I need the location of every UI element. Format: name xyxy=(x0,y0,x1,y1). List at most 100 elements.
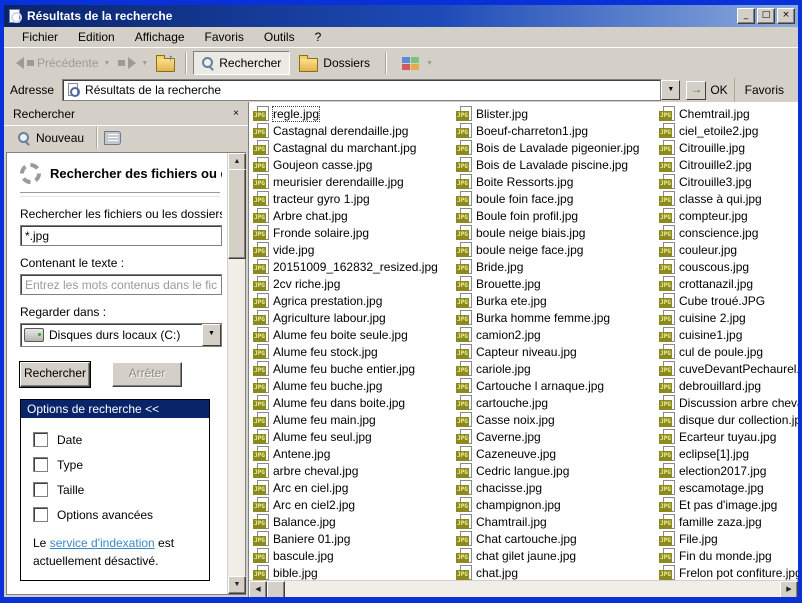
menu-item-1[interactable]: Edition xyxy=(68,28,125,46)
address-dropdown-button[interactable]: ▼ xyxy=(661,80,681,100)
file-item[interactable]: JPG debrouillard.jpg xyxy=(657,377,798,394)
file-item[interactable]: JPG Fronde solaire.jpg xyxy=(251,224,454,241)
file-item[interactable]: JPG Boite Ressorts.jpg xyxy=(454,173,657,190)
file-item[interactable]: JPG Citrouille3.jpg xyxy=(657,173,798,190)
file-item[interactable]: JPG cartouche.jpg xyxy=(454,394,657,411)
file-item[interactable]: JPG Alume feu seul.jpg xyxy=(251,428,454,445)
file-item[interactable]: JPG Et pas d'image.jpg xyxy=(657,496,798,513)
file-item[interactable]: JPG Agriculture labour.jpg xyxy=(251,309,454,326)
file-item[interactable]: JPG famille zaza.jpg xyxy=(657,513,798,530)
file-item[interactable]: JPG Citrouille.jpg xyxy=(657,139,798,156)
file-item[interactable]: JPG Ecarteur tuyau.jpg xyxy=(657,428,798,445)
file-item[interactable]: JPG Arbre chat.jpg xyxy=(251,207,454,224)
maximize-button[interactable]: □ xyxy=(757,8,775,24)
file-item[interactable]: JPG Burka homme femme.jpg xyxy=(454,309,657,326)
horizontal-scrollbar[interactable]: ◀ ▶ xyxy=(249,580,798,597)
sidebar-close-icon[interactable]: × xyxy=(228,107,244,121)
close-button[interactable]: × xyxy=(777,8,795,24)
file-item[interactable]: JPG Arc en ciel.jpg xyxy=(251,479,454,496)
file-item[interactable]: JPG chacisse.jpg xyxy=(454,479,657,496)
file-item[interactable]: JPG Capteur niveau.jpg xyxy=(454,343,657,360)
file-item[interactable]: JPG Balance.jpg xyxy=(251,513,454,530)
look-in-dropdown-button[interactable]: ▼ xyxy=(202,324,221,346)
file-item[interactable]: JPG compteur.jpg xyxy=(657,207,798,224)
option-row[interactable]: Date xyxy=(33,432,203,447)
back-button[interactable]: Précédente ▼ xyxy=(12,54,114,72)
look-in-select[interactable]: Disques durs locaux (C:) ▼ xyxy=(20,323,222,347)
file-item[interactable]: JPG Brouette.jpg xyxy=(454,275,657,292)
file-item[interactable]: JPG boule neige face.jpg xyxy=(454,241,657,258)
file-item[interactable]: JPG Caverne.jpg xyxy=(454,428,657,445)
menu-item-4[interactable]: Outils xyxy=(254,28,305,46)
file-item[interactable]: JPG Bride.jpg xyxy=(454,258,657,275)
file-item[interactable]: JPG Alume feu boite seule.jpg xyxy=(251,326,454,343)
file-item[interactable]: JPG cariole.jpg xyxy=(454,360,657,377)
up-folder-button[interactable]: ↑ xyxy=(152,53,179,74)
option-row[interactable]: Taille xyxy=(33,482,203,497)
file-item[interactable]: JPG eclipse[1].jpg xyxy=(657,445,798,462)
file-item[interactable]: JPG conscience.jpg xyxy=(657,224,798,241)
file-item[interactable]: JPG election2017.jpg xyxy=(657,462,798,479)
file-item[interactable]: JPG Casse noix.jpg xyxy=(454,411,657,428)
file-item[interactable]: JPG boule foin face.jpg xyxy=(454,190,657,207)
file-item[interactable]: JPG couleur.jpg xyxy=(657,241,798,258)
file-item[interactable]: JPG File.jpg xyxy=(657,530,798,547)
checkbox[interactable] xyxy=(33,457,48,472)
file-item[interactable]: JPG Chamtrail.jpg xyxy=(454,513,657,530)
file-item[interactable]: JPG Burka ete.jpg xyxy=(454,292,657,309)
file-item[interactable]: JPG Alume feu dans boite.jpg xyxy=(251,394,454,411)
file-item[interactable]: JPG cuveDevantPechaurel.jpg xyxy=(657,360,798,377)
go-button[interactable]: → OK xyxy=(684,80,729,101)
file-item[interactable]: JPG Antene.jpg xyxy=(251,445,454,462)
scrollbar-thumb[interactable] xyxy=(267,581,285,597)
views-button[interactable]: ▼ xyxy=(393,52,442,75)
file-item[interactable]: JPG Boule foin profil.jpg xyxy=(454,207,657,224)
help-book-icon[interactable] xyxy=(104,131,122,145)
checkbox[interactable] xyxy=(33,482,48,497)
file-item[interactable]: JPG Fin du monde.jpg xyxy=(657,547,798,564)
scroll-right-icon[interactable]: ▶ xyxy=(780,581,798,597)
menu-item-2[interactable]: Affichage xyxy=(125,28,195,46)
folders-toolbar-button[interactable]: Dossiers xyxy=(290,50,379,77)
checkbox[interactable] xyxy=(33,507,48,522)
file-item[interactable]: JPG Boeuf-charreton1.jpg xyxy=(454,122,657,139)
file-item[interactable]: JPG Agrica prestation.jpg xyxy=(251,292,454,309)
file-item[interactable]: JPG Baniere 01.jpg xyxy=(251,530,454,547)
scroll-left-icon[interactable]: ◀ xyxy=(249,581,267,597)
file-item[interactable]: JPG 2cv riche.jpg xyxy=(251,275,454,292)
indexing-service-link[interactable]: service d'indexation xyxy=(50,536,155,550)
file-item[interactable]: JPG Alume feu main.jpg xyxy=(251,411,454,428)
file-item[interactable]: JPG chat.jpg xyxy=(454,564,657,581)
scroll-down-icon[interactable]: ▼ xyxy=(228,576,246,594)
sidebar-scrollbar[interactable]: ▲ ▼ xyxy=(227,153,246,594)
file-item[interactable]: JPG Alume feu buche.jpg xyxy=(251,377,454,394)
file-item[interactable]: JPG chat gilet jaune.jpg xyxy=(454,547,657,564)
scrollbar-track[interactable] xyxy=(285,581,780,597)
option-row[interactable]: Options avancées xyxy=(33,507,203,522)
address-combo[interactable]: Résultats de la recherche xyxy=(62,79,662,101)
name-input[interactable] xyxy=(20,225,222,246)
file-item[interactable]: JPG regle.jpg xyxy=(251,105,454,122)
file-item[interactable]: JPG bible.jpg xyxy=(251,564,454,581)
file-item[interactable]: JPG Goujeon casse.jpg xyxy=(251,156,454,173)
scrollbar-thumb[interactable] xyxy=(228,169,246,259)
file-item[interactable]: JPG Arc en ciel2.jpg xyxy=(251,496,454,513)
containing-text-input[interactable] xyxy=(20,274,222,295)
file-item[interactable]: JPG tracteur gyro 1.jpg xyxy=(251,190,454,207)
chevron-down-icon[interactable]: ▼ xyxy=(141,60,148,67)
file-item[interactable]: JPG bascule.jpg xyxy=(251,547,454,564)
file-item[interactable]: JPG Cartouche l arnaque.jpg xyxy=(454,377,657,394)
menu-item-0[interactable]: Fichier xyxy=(12,28,68,46)
file-item[interactable]: JPG Frelon pot confiture.jpg xyxy=(657,564,798,581)
file-item[interactable]: JPG Chat cartouche.jpg xyxy=(454,530,657,547)
file-item[interactable]: JPG Cedric langue.jpg xyxy=(454,462,657,479)
file-item[interactable]: JPG Castagnal derendaille.jpg xyxy=(251,122,454,139)
forward-button[interactable]: ▼ xyxy=(114,55,152,71)
file-item[interactable]: JPG crottanazil.jpg xyxy=(657,275,798,292)
file-item[interactable]: JPG cuisine1.jpg xyxy=(657,326,798,343)
file-item[interactable]: JPG meurisier derendaille.jpg xyxy=(251,173,454,190)
file-item[interactable]: JPG Discussion arbre cheval.jpg xyxy=(657,394,798,411)
menu-item-5[interactable]: ? xyxy=(305,28,332,46)
search-button[interactable]: Rechercher xyxy=(19,361,91,388)
chevron-down-icon[interactable]: ▼ xyxy=(103,60,110,67)
